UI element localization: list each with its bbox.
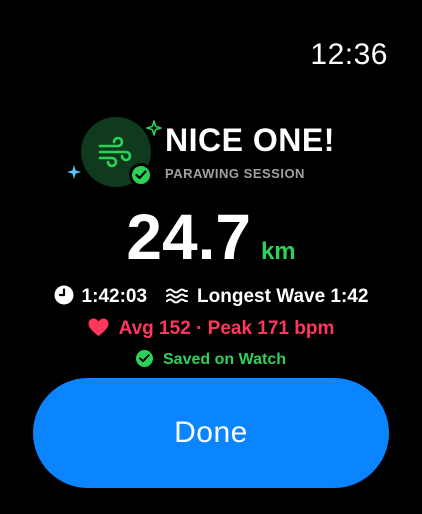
saved-status-label: Saved on Watch [163, 351, 286, 368]
distance-unit: km [260, 238, 296, 265]
session-type-label: PARAWING SESSION [165, 166, 305, 181]
waves-icon [165, 287, 189, 311]
sparkle-icon [67, 165, 81, 179]
status-time: 12:36 [310, 38, 388, 71]
heart-rate-value: Avg 152 · Peak 171 bpm [118, 318, 335, 339]
distance-value: 24.7 [126, 201, 251, 273]
done-button[interactable]: Done [33, 378, 389, 488]
checkmark-icon [129, 163, 153, 187]
page-title: NICE ONE! [165, 122, 335, 158]
heart-icon [88, 318, 109, 336]
clock-icon [54, 285, 74, 311]
session-stats-row: 1:42:03 Longest Wave 1:42 [0, 285, 422, 311]
duration-value: 1:42:03 [81, 286, 148, 307]
session-badge [81, 117, 153, 187]
wind-icon [98, 136, 132, 168]
longest-wave-value: Longest Wave 1:42 [197, 286, 369, 307]
heart-rate-row: Avg 152 · Peak 171 bpm [0, 318, 422, 340]
checkmark-circle-icon [136, 350, 153, 367]
saved-status-row: Saved on Watch [0, 350, 422, 369]
distance-readout: 24.7 km [0, 200, 422, 274]
